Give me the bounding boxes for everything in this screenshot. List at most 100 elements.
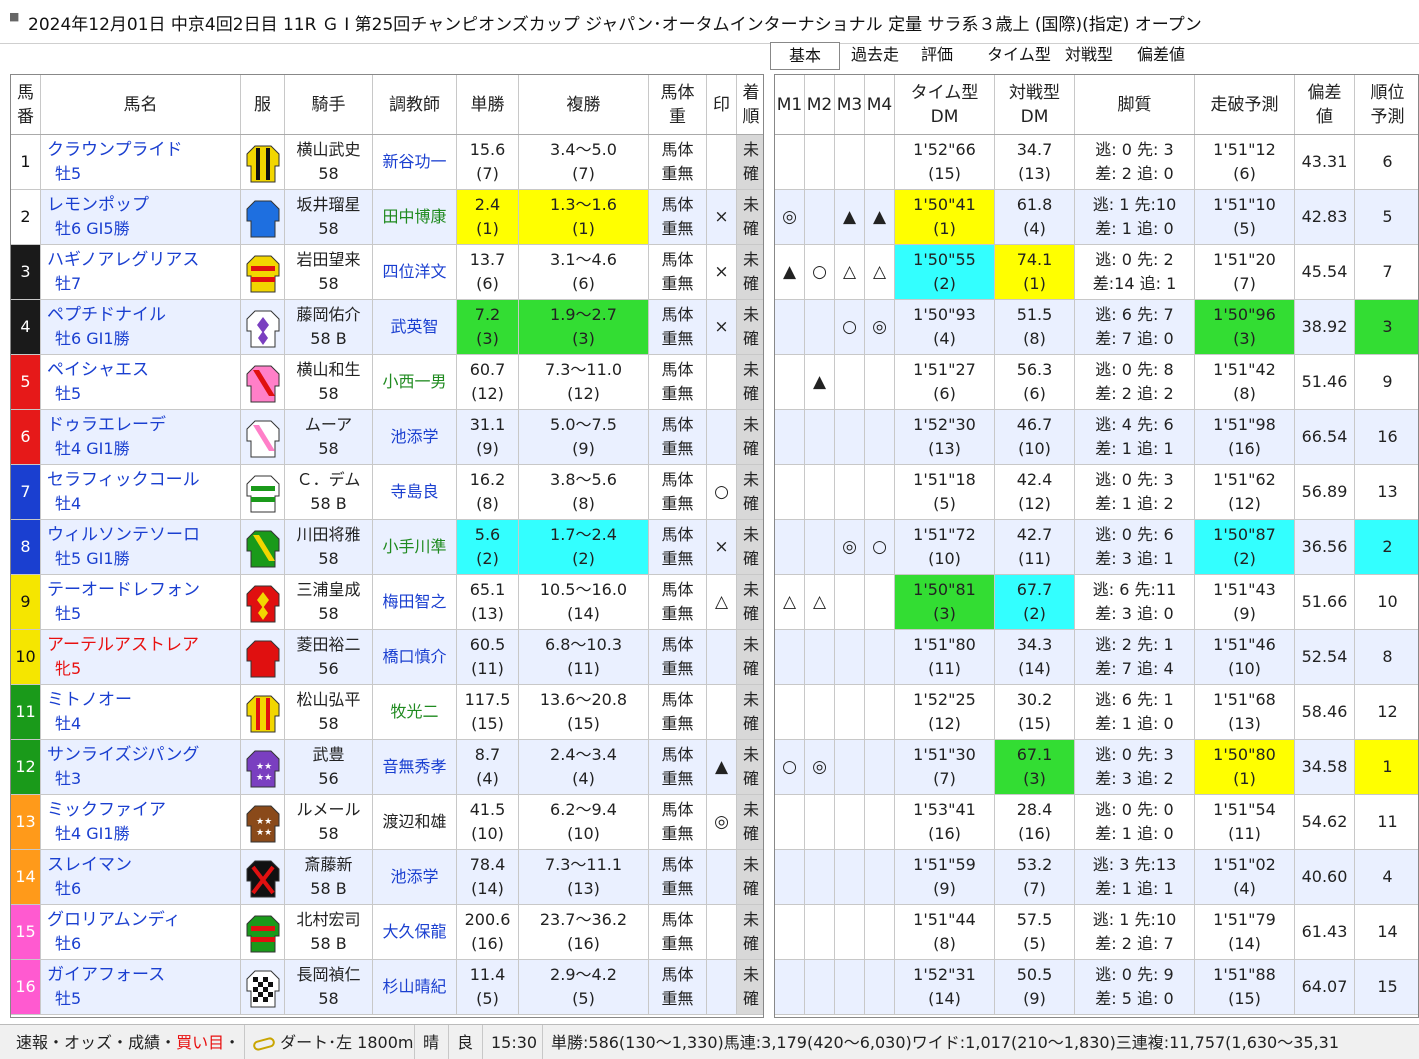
mark-m1[interactable] bbox=[775, 300, 805, 354]
mark-m4[interactable]: ▲ bbox=[865, 190, 895, 244]
trainer[interactable]: 杉山晴紀 bbox=[373, 960, 457, 1014]
table-row[interactable]: ◎ ▲ ▲ 1'50"41 (1) 61.8 (4) 逃: 1 先:10 差: 1 追: 0 1'… bbox=[775, 190, 1418, 245]
tab-past-races[interactable]: 過去走 bbox=[844, 42, 906, 70]
prediction-mark[interactable]: × bbox=[707, 190, 737, 244]
table-row[interactable]: 9 テーオードレフォン 牡5 三浦皇成 58 梅田智之 65.1 (13) 10.5～16.0(… bbox=[11, 575, 763, 630]
table-row[interactable]: 7 セラフィックコール 牡4 Ｃ．デム 58 B 寺島良 16.2 (8) 3.8～5.6 (8)… bbox=[11, 465, 763, 520]
table-row[interactable]: 1 クラウンプライド 牡5 横山武史 58 新谷功一 15.6 (7) 3.4～5.0 (7) 馬体… bbox=[11, 135, 763, 190]
mark-m2[interactable]: ▲ bbox=[805, 355, 835, 409]
mark-m3[interactable]: ◎ bbox=[835, 520, 865, 574]
mark-m1[interactable] bbox=[775, 520, 805, 574]
link-results[interactable]: 成績 bbox=[128, 1033, 160, 1052]
mark-m3[interactable] bbox=[835, 630, 865, 684]
jockey[interactable]: ルメール 58 bbox=[285, 795, 373, 849]
mark-m3[interactable]: ▲ bbox=[835, 190, 865, 244]
mark-m3[interactable]: △ bbox=[835, 245, 865, 299]
mark-m3[interactable] bbox=[835, 740, 865, 794]
horse-name[interactable]: ミックファイア 牡4 GI1勝 bbox=[41, 795, 241, 849]
mark-m1[interactable] bbox=[775, 905, 805, 959]
trainer[interactable]: 小手川準 bbox=[373, 520, 457, 574]
mark-m1[interactable] bbox=[775, 685, 805, 739]
link-odds[interactable]: オッズ bbox=[64, 1033, 112, 1052]
horse-name[interactable]: ペプチドナイル 牡6 GI1勝 bbox=[41, 300, 241, 354]
table-row[interactable]: 14 スレイマン 牡6 斎藤新 58 B 池添学 78.4 (14) 7.3～11.1 (13) 馬… bbox=[11, 850, 763, 905]
table-row[interactable]: 1'51"80 (11) 34.3 (14) 逃: 2 先: 1 差: 7 追: 4 1'5… bbox=[775, 630, 1418, 685]
tab-deviation[interactable]: 偏差値 bbox=[1126, 42, 1196, 70]
mark-m2[interactable]: ◎ bbox=[805, 740, 835, 794]
trainer[interactable]: 池添学 bbox=[373, 850, 457, 904]
mark-m3[interactable] bbox=[835, 795, 865, 849]
horse-name[interactable]: スレイマン 牡6 bbox=[41, 850, 241, 904]
jockey[interactable]: 坂井瑠星 58 bbox=[285, 190, 373, 244]
trainer[interactable]: 音無秀孝 bbox=[373, 740, 457, 794]
mark-m2[interactable] bbox=[805, 905, 835, 959]
trainer[interactable]: 橋口慎介 bbox=[373, 630, 457, 684]
prediction-mark[interactable] bbox=[707, 410, 737, 464]
mark-m1[interactable]: ▲ bbox=[775, 245, 805, 299]
table-row[interactable]: 3 ハギノアレグリアス 牡7 岩田望来 58 四位洋文 13.7 (6) 3.1～4.6 (6) 馬… bbox=[11, 245, 763, 300]
table-row[interactable]: ○ ◎ 1'50"93 (4) 51.5 (8) 逃: 6 先: 7 差: 7 追: 0 1'5… bbox=[775, 300, 1418, 355]
jockey[interactable]: 横山武史 58 bbox=[285, 135, 373, 189]
prediction-mark[interactable]: ○ bbox=[707, 465, 737, 519]
jockey[interactable]: 藤岡佑介 58 B bbox=[285, 300, 373, 354]
mark-m3[interactable] bbox=[835, 850, 865, 904]
horse-name[interactable]: ミトノオー 牡4 bbox=[41, 685, 241, 739]
mark-m4[interactable]: ○ bbox=[865, 520, 895, 574]
mark-m4[interactable] bbox=[865, 135, 895, 189]
trainer[interactable]: 寺島良 bbox=[373, 465, 457, 519]
trainer[interactable]: 武英智 bbox=[373, 300, 457, 354]
mark-m4[interactable] bbox=[865, 685, 895, 739]
horse-name[interactable]: ウィルソンテソーロ 牡5 GI1勝 bbox=[41, 520, 241, 574]
table-row[interactable]: 4 ペプチドナイル 牡6 GI1勝 藤岡佑介 58 B 武英智 7.2 (3) 1.9～2.7(… bbox=[11, 300, 763, 355]
table-row[interactable]: 6 ドゥラエレーデ 牡4 GI1勝 ムーア 58 池添学 31.1 (9) 5.0～7.5 (9)… bbox=[11, 410, 763, 465]
jockey[interactable]: Ｃ．デム 58 B bbox=[285, 465, 373, 519]
tab-time-type[interactable]: タイム型 bbox=[984, 42, 1054, 70]
mark-m4[interactable] bbox=[865, 465, 895, 519]
horse-name[interactable]: グロリアムンディ 牡6 bbox=[41, 905, 241, 959]
tab-basic[interactable]: 基本 bbox=[770, 42, 840, 70]
table-row[interactable]: 13 ミックファイア 牡4 GI1勝 ★★ ★★ ルメール 58 渡辺和雄 41.5 (10) 6.… bbox=[11, 795, 763, 850]
jockey[interactable]: 川田将雅 58 bbox=[285, 520, 373, 574]
mark-m2[interactable] bbox=[805, 850, 835, 904]
tab-versus-type[interactable]: 対戦型 bbox=[1058, 42, 1120, 70]
mark-m4[interactable] bbox=[865, 410, 895, 464]
mark-m1[interactable] bbox=[775, 630, 805, 684]
prediction-mark[interactable]: ▲ bbox=[707, 740, 737, 794]
horse-name[interactable]: アーテルアストレア 牝5 bbox=[41, 630, 241, 684]
horse-name[interactable]: レモンポップ 牡6 GI5勝 bbox=[41, 190, 241, 244]
jockey[interactable]: 長岡禎仁 58 bbox=[285, 960, 373, 1014]
table-row[interactable]: 12 サンライズジパング 牡3 ★★ ★★ 武豊 56 音無秀孝 8.7 (4) 2.4～3.4 (4… bbox=[11, 740, 763, 795]
table-row[interactable]: 1'52"30 (13) 46.7 (10) 逃: 4 先: 6 差: 1 追: 1 1'5… bbox=[775, 410, 1418, 465]
table-row[interactable]: ▲ 1'51"27 (6) 56.3 (6) 逃: 0 先: 8 差: 2 追: 2 1'51… bbox=[775, 355, 1418, 410]
table-row[interactable]: ◎ ○ 1'51"72 (10) 42.7 (11) 逃: 0 先: 6 差: 3 追: 11… bbox=[775, 520, 1418, 575]
jockey[interactable]: 菱田裕二 56 bbox=[285, 630, 373, 684]
trainer[interactable]: 小西一男 bbox=[373, 355, 457, 409]
window-menu-icon[interactable]: ■ bbox=[9, 10, 19, 23]
table-row[interactable]: ▲ ○ △ △ 1'50"55 (2) 74.1 (1) 逃: 0 先: 2 差:14 追: 11… bbox=[775, 245, 1418, 300]
mark-m3[interactable] bbox=[835, 685, 865, 739]
mark-m2[interactable] bbox=[805, 520, 835, 574]
mark-m4[interactable]: △ bbox=[865, 245, 895, 299]
prediction-mark[interactable] bbox=[707, 630, 737, 684]
prediction-mark[interactable] bbox=[707, 850, 737, 904]
table-row[interactable]: 15 グロリアムンディ 牡6 北村宏司 58 B 大久保龍 200.6 (16) 23.7～36… bbox=[11, 905, 763, 960]
prediction-mark[interactable] bbox=[707, 135, 737, 189]
prediction-mark[interactable] bbox=[707, 960, 737, 1014]
table-row[interactable]: 2 レモンポップ 牡6 GI5勝 坂井瑠星 58 田中博康 2.4 (1) 1.3～1.6 (1)… bbox=[11, 190, 763, 245]
mark-m3[interactable] bbox=[835, 575, 865, 629]
trainer[interactable]: 大久保龍 bbox=[373, 905, 457, 959]
mark-m1[interactable]: ○ bbox=[775, 740, 805, 794]
table-row[interactable]: 16 ガイアフォース 牡5 長岡禎仁 58 杉山晴紀 11.4 (5) 2.9～4.2 (5) 馬体… bbox=[11, 960, 763, 1015]
mark-m4[interactable] bbox=[865, 795, 895, 849]
table-row[interactable]: 1'51"59 (9) 53.2 (7) 逃: 3 先:13 差: 1 追: 1 1'51"… bbox=[775, 850, 1418, 905]
mark-m1[interactable] bbox=[775, 135, 805, 189]
mark-m1[interactable] bbox=[775, 355, 805, 409]
table-row[interactable]: 1'51"44 (8) 57.5 (5) 逃: 1 先:10 差: 2 追: 7 1'51"… bbox=[775, 905, 1418, 960]
mark-m4[interactable] bbox=[865, 960, 895, 1014]
jockey[interactable]: 横山和生 58 bbox=[285, 355, 373, 409]
mark-m2[interactable] bbox=[805, 410, 835, 464]
prediction-mark[interactable]: × bbox=[707, 300, 737, 354]
horse-name[interactable]: ハギノアレグリアス 牡7 bbox=[41, 245, 241, 299]
mark-m1[interactable]: ◎ bbox=[775, 190, 805, 244]
jockey[interactable]: 武豊 56 bbox=[285, 740, 373, 794]
